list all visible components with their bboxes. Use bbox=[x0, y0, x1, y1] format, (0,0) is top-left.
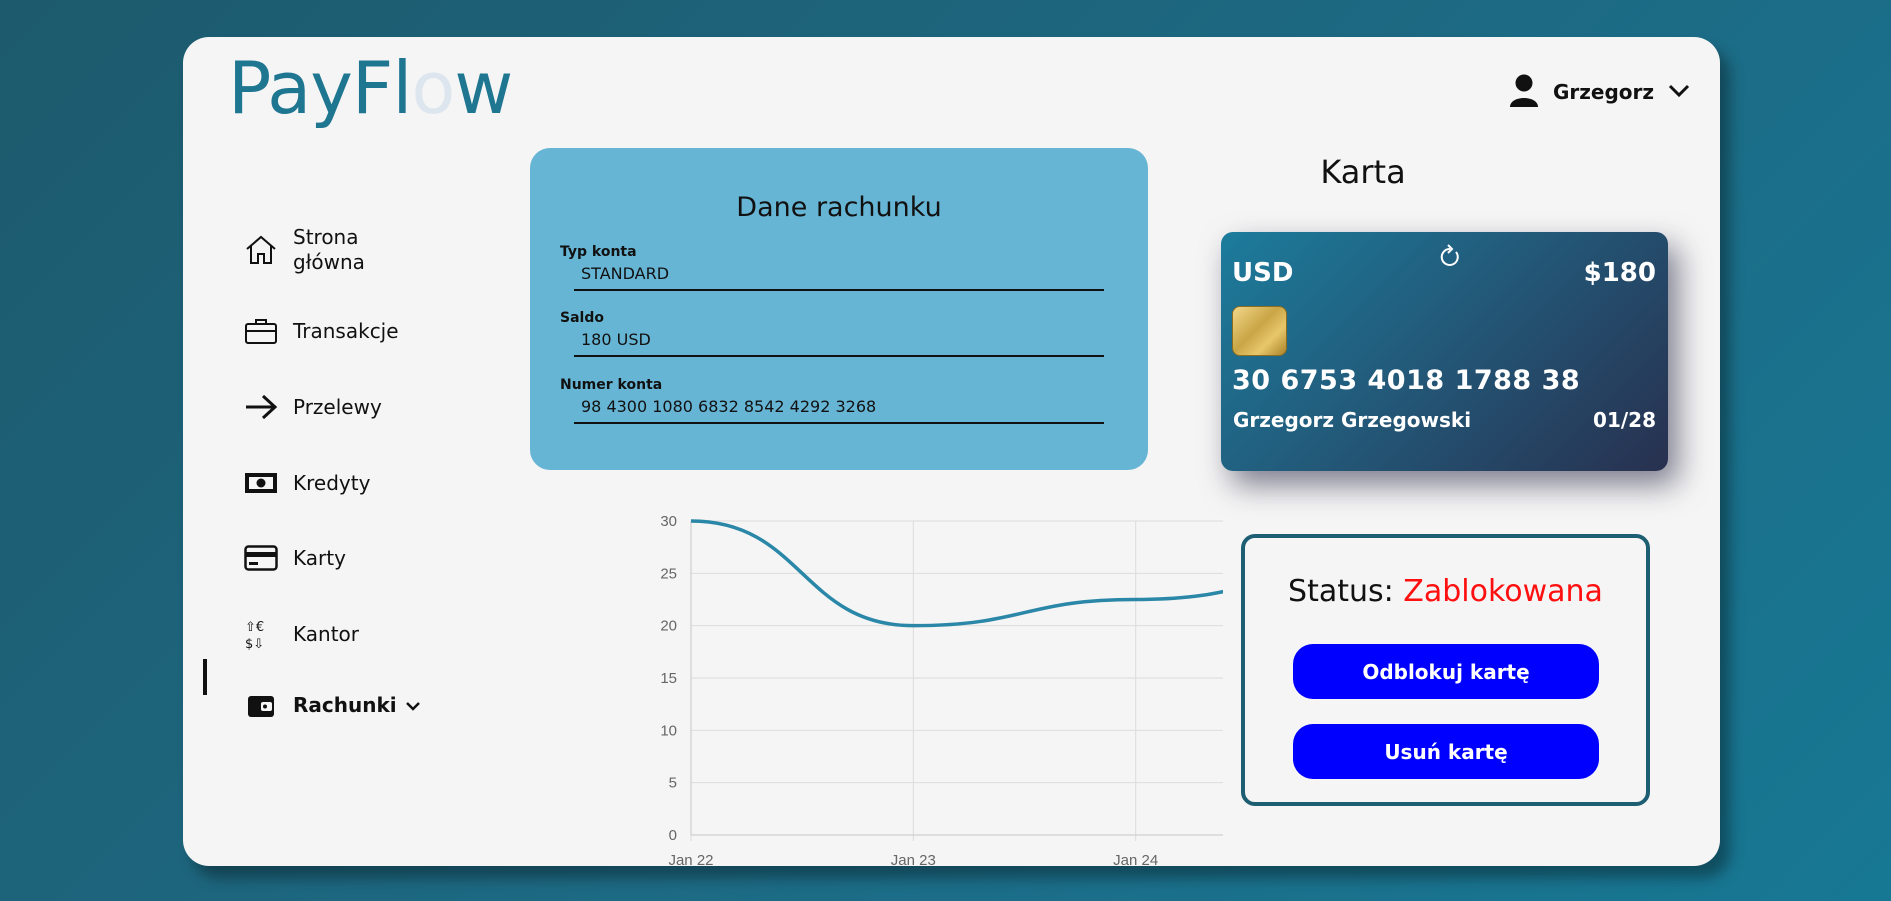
unblock-card-button[interactable]: Odblokuj kartę bbox=[1293, 644, 1599, 699]
arrow-right-icon bbox=[243, 391, 279, 423]
account-number-label: Numer konta bbox=[560, 377, 663, 393]
account-number-value: 98 4300 1080 6832 8542 4292 3268 bbox=[574, 397, 1104, 424]
y-tick-label: 25 bbox=[660, 565, 677, 582]
account-number-field: Numer konta 98 4300 1080 6832 8542 4292 … bbox=[560, 377, 1105, 424]
card-chip-icon bbox=[1232, 306, 1287, 356]
sidebar-item-label: Przelewy bbox=[293, 395, 382, 419]
sidebar-item-label: Strona bbox=[293, 225, 359, 249]
card-expiry: 01/28 bbox=[1593, 408, 1656, 432]
card-number: 30 6753 4018 1788 38 bbox=[1232, 365, 1581, 396]
refresh-icon[interactable] bbox=[1437, 244, 1463, 274]
y-tick-label: 5 bbox=[669, 775, 677, 792]
status-value: Zablokowana bbox=[1403, 574, 1603, 609]
card-amount: $180 bbox=[1583, 258, 1656, 288]
banknote-icon bbox=[243, 467, 279, 499]
chevron-down-icon[interactable] bbox=[1668, 83, 1690, 102]
svg-text:⇧€: ⇧€ bbox=[245, 620, 264, 635]
bank-card: USD $180 30 6753 4018 1788 38 Grzegorz G… bbox=[1221, 232, 1668, 471]
sidebar-item-karty[interactable]: Karty bbox=[243, 542, 346, 574]
sidebar-item-label: Kantor bbox=[293, 622, 359, 646]
card-status-panel: Status: Zablokowana Odblokuj kartę Usuń … bbox=[1241, 534, 1650, 806]
sidebar-item-home[interactable]: Strona główna bbox=[243, 225, 365, 275]
currency-exchange-icon: ⇧€ $⇩ bbox=[243, 618, 279, 651]
y-tick-label: 15 bbox=[660, 670, 677, 687]
y-tick-label: 0 bbox=[669, 827, 677, 844]
home-icon bbox=[243, 234, 279, 266]
x-tick-label: Jan 22 bbox=[668, 852, 713, 869]
sidebar-item-kredyty[interactable]: Kredyty bbox=[243, 467, 370, 499]
status-label: Status: bbox=[1288, 574, 1404, 609]
sidebar-item-label: główna bbox=[293, 250, 365, 274]
payflow-logo: PayFlow bbox=[228, 46, 513, 130]
user-name: Grzegorz bbox=[1552, 80, 1654, 104]
account-type-field: Typ konta STANDARD bbox=[560, 244, 1105, 291]
card-currency: USD bbox=[1232, 258, 1294, 288]
status-line: Status: Zablokowana bbox=[1245, 574, 1646, 609]
active-indicator bbox=[203, 659, 207, 695]
user-icon bbox=[1509, 73, 1539, 111]
account-type-label: Typ konta bbox=[560, 244, 637, 260]
y-tick-label: 30 bbox=[660, 513, 677, 530]
x-tick-label: Jan 24 bbox=[1113, 852, 1158, 869]
account-details-card: Dane rachunku Typ konta STANDARD Saldo 1… bbox=[530, 148, 1148, 470]
y-tick-label: 20 bbox=[660, 618, 677, 635]
sidebar-item-label: Rachunki bbox=[293, 693, 397, 717]
credit-card-icon bbox=[243, 542, 279, 574]
balance-field: Saldo 180 USD bbox=[560, 310, 1105, 357]
wallet-icon bbox=[243, 689, 279, 721]
chevron-down-icon[interactable] bbox=[405, 693, 421, 717]
sidebar-item-label: Karty bbox=[293, 546, 346, 570]
svg-text:$⇩: $⇩ bbox=[245, 637, 264, 651]
y-tick-label: 10 bbox=[660, 722, 677, 739]
sidebar-item-label: Kredyty bbox=[293, 471, 371, 495]
balance-line-chart: 051015202530Jan 22Jan 23Jan 24Jan 25 bbox=[660, 513, 1223, 869]
sidebar-item-label: Transakcje bbox=[293, 319, 399, 343]
account-type-value: STANDARD bbox=[574, 264, 1104, 291]
sidebar-item-przelewy[interactable]: Przelewy bbox=[243, 391, 382, 423]
balance-label: Saldo bbox=[560, 310, 604, 326]
user-menu[interactable]: Grzegorz bbox=[1509, 73, 1690, 111]
balance-value: 180 USD bbox=[574, 330, 1104, 357]
sidebar-item-rachunki[interactable]: Rachunki bbox=[243, 689, 421, 721]
card-holder: Grzegorz Grzegowski bbox=[1233, 408, 1472, 432]
x-tick-label: Jan 23 bbox=[891, 852, 936, 869]
app-window: PayFlow Grzegorz Strona główna Transakcje bbox=[183, 37, 1720, 869]
sidebar-item-transakcje[interactable]: Transakcje bbox=[243, 315, 399, 347]
briefcase-icon bbox=[243, 315, 279, 347]
card-section-title: Karta bbox=[1320, 153, 1406, 191]
sidebar-item-kantor[interactable]: ⇧€ $⇩ Kantor bbox=[243, 618, 359, 651]
account-title: Dane rachunku bbox=[736, 192, 942, 223]
delete-card-button[interactable]: Usuń kartę bbox=[1293, 724, 1599, 779]
